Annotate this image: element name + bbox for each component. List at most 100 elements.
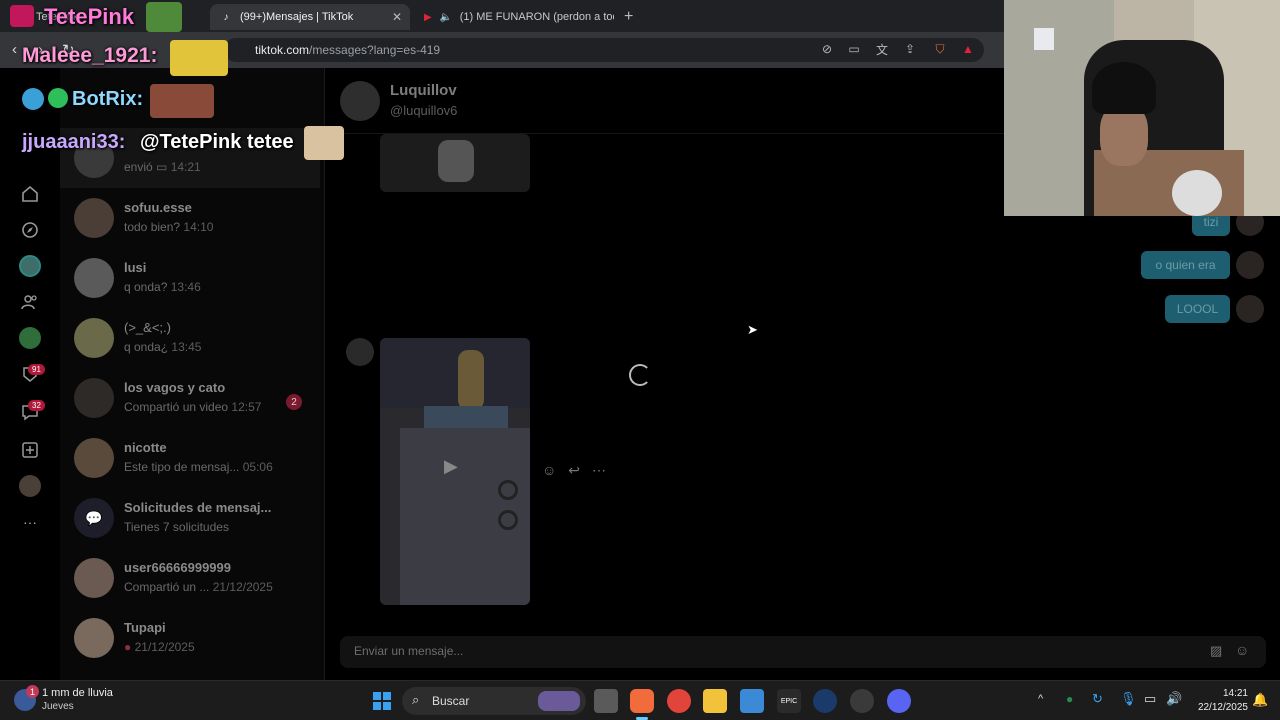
conversation-item[interactable]: lusi q onda? 13:46	[60, 248, 320, 308]
conversation-preview: q onda? 13:46	[124, 280, 201, 294]
start-icon[interactable]	[370, 689, 394, 713]
url-field[interactable]: tiktok.com/messages?lang=es-419	[224, 38, 984, 62]
reply-icon[interactable]: ↩	[568, 462, 580, 479]
brave-rewards-icon[interactable]: ▲	[961, 42, 975, 56]
conversation-item[interactable]: los vagos y cato Compartió un video 12:5…	[60, 368, 320, 428]
conversation-item[interactable]: sofuu.esse todo bien? 14:10	[60, 188, 320, 248]
url-text: tiktok.com/messages?lang=es-419	[255, 43, 441, 57]
shared-media-thumbnail[interactable]	[380, 134, 530, 192]
friends-icon[interactable]	[18, 326, 42, 350]
conversation-item[interactable]: user66666999999 Compartió un ... 21/12/2…	[60, 548, 320, 608]
avatar	[74, 378, 114, 418]
tab-youtube[interactable]: ▶ 🔈 (1) ME FUNARON (perdon a todo	[414, 4, 614, 30]
brave-browser-icon[interactable]	[630, 689, 654, 713]
youtube-icon: ▶	[424, 11, 432, 23]
conversation-preview: Tienes 7 solicitudes	[124, 520, 229, 534]
more-icon[interactable]: ···	[18, 510, 42, 534]
steam-icon[interactable]	[813, 689, 837, 713]
play-icon[interactable]: ▶	[444, 456, 464, 478]
taskbar: 1 1 mm de lluvia Jueves ⌕ Buscar EPIC ^ …	[0, 680, 1280, 720]
conversation-name: Tupapi	[124, 620, 166, 635]
conversation-preview: Este tipo de mensaj... 05:06	[124, 460, 273, 474]
live-avatar-icon[interactable]	[18, 254, 42, 278]
webcam-overlay	[1004, 0, 1280, 216]
tray-app-icon[interactable]: ●	[1066, 692, 1073, 706]
share-icon[interactable]: ⇪	[903, 42, 917, 56]
conversation-name: Solicitudes de mensaj...	[124, 500, 272, 515]
weather-day: Jueves	[42, 701, 74, 712]
tab-label: (1) ME FUNARON (perdon a todo	[459, 11, 614, 23]
reload-icon[interactable]: ↻	[62, 41, 75, 59]
file-explorer-icon[interactable]	[703, 689, 727, 713]
chat-avatar[interactable]	[340, 81, 380, 121]
clock-date: 22/12/2025	[1197, 702, 1248, 713]
tab-close-icon[interactable]: ✕	[392, 10, 402, 24]
message-bubble[interactable]: o quien era	[1141, 251, 1230, 279]
chrome-icon[interactable]	[667, 689, 691, 713]
avatar	[1236, 295, 1264, 323]
obs-icon[interactable]	[850, 689, 874, 713]
conversation-list: envió ▭ 14:21 sofuu.esse todo bien? 14:1…	[60, 68, 325, 680]
no-tracking-icon[interactable]: ⊘	[820, 42, 834, 56]
avatar	[74, 618, 114, 658]
search-label: Buscar	[432, 694, 470, 708]
translate-icon[interactable]: 文	[875, 42, 889, 57]
conversation-item[interactable]: nicotte Este tipo de mensaj... 05:06	[60, 428, 320, 488]
epic-games-icon[interactable]: EPIC	[777, 689, 801, 713]
chevron-up-icon[interactable]: ^	[1038, 693, 1043, 705]
upload-icon[interactable]	[18, 438, 42, 462]
tab-tiktok-messages[interactable]: ♪ (99+)Mensajes | TikTok ✕	[210, 4, 410, 30]
conversation-preview: Compartió un video 12:57	[124, 400, 262, 414]
conversation-name: lusi	[124, 260, 147, 275]
tab-stream[interactable]: ◉ TetePink	[6, 4, 206, 30]
discord-icon[interactable]	[887, 689, 911, 713]
cast-icon[interactable]: ▭	[847, 42, 861, 56]
profile-avatar-icon[interactable]	[18, 474, 42, 498]
explore-icon[interactable]	[18, 218, 42, 242]
address-bar: ‹ › ↻ tiktok.com/messages?lang=es-419 ⊘ …	[0, 32, 1004, 68]
emoji-react-icon[interactable]: ☺	[542, 462, 556, 479]
chat-handle: @luquillov6	[390, 103, 458, 118]
conversation-item[interactable]: envió ▭ 14:21	[60, 128, 320, 188]
clock-time: 14:21	[1222, 688, 1248, 699]
conversation-name: los vagos y cato	[124, 380, 226, 395]
shared-video[interactable]: ▶	[380, 338, 530, 605]
conversation-preview: ● 21/12/2025	[124, 640, 195, 654]
avatar	[74, 558, 114, 598]
conversation-item[interactable]: (>_&<;.) q onda¿ 13:45	[60, 308, 320, 368]
weather-text[interactable]: 1 mm de lluvia	[42, 687, 113, 699]
tab-label: (99+)Mensajes | TikTok	[240, 11, 354, 23]
taskbar-search[interactable]: ⌕ Buscar	[402, 687, 586, 715]
back-icon[interactable]: ‹	[12, 41, 17, 58]
network-icon[interactable]: ▭	[1144, 691, 1156, 707]
forward-icon[interactable]: ›	[38, 41, 43, 58]
avatar	[74, 438, 114, 478]
image-upload-icon[interactable]: ▨	[1210, 643, 1222, 659]
notifications-icon[interactable]: 🔔	[1252, 692, 1268, 708]
system-clock[interactable]: 14:21 22/12/2025	[1186, 687, 1248, 715]
conversation-preview: envió ▭ 14:21	[124, 160, 201, 174]
search-icon: ⌕	[412, 692, 420, 707]
heart-icon: ●	[124, 640, 132, 654]
task-view-icon[interactable]	[594, 689, 618, 713]
chat-name[interactable]: Luquillov	[390, 82, 457, 99]
conversation-item[interactable]: Tupapi ● 21/12/2025	[60, 608, 320, 668]
sync-icon[interactable]: ↻	[1092, 691, 1103, 707]
microphone-icon[interactable]: 🎙	[1120, 691, 1137, 707]
more-options-icon[interactable]: ⋯	[592, 462, 606, 479]
browser-tab-bar: ◉ TetePink ♪ (99+)Mensajes | TikTok ✕ ▶ …	[0, 0, 1004, 32]
emoji-icon[interactable]: ☺	[1235, 642, 1249, 658]
loading-spinner-icon	[629, 364, 651, 386]
activity-badge: 91	[28, 364, 45, 375]
conversation-name: sofuu.esse	[124, 200, 192, 215]
brave-shield-icon[interactable]: ⛉	[933, 42, 947, 56]
message-bubble[interactable]: LOOOL	[1165, 295, 1230, 323]
messages-badge: 32	[28, 400, 45, 411]
volume-icon[interactable]: 🔊	[1166, 691, 1182, 707]
home-icon[interactable]	[18, 182, 42, 206]
message-requests-item[interactable]: 💬 Solicitudes de mensaj... Tienes 7 soli…	[60, 488, 320, 548]
new-tab-button[interactable]: +	[624, 8, 633, 26]
microsoft-store-icon[interactable]	[740, 689, 764, 713]
message-input[interactable]	[354, 644, 1154, 658]
following-icon[interactable]	[18, 290, 42, 314]
